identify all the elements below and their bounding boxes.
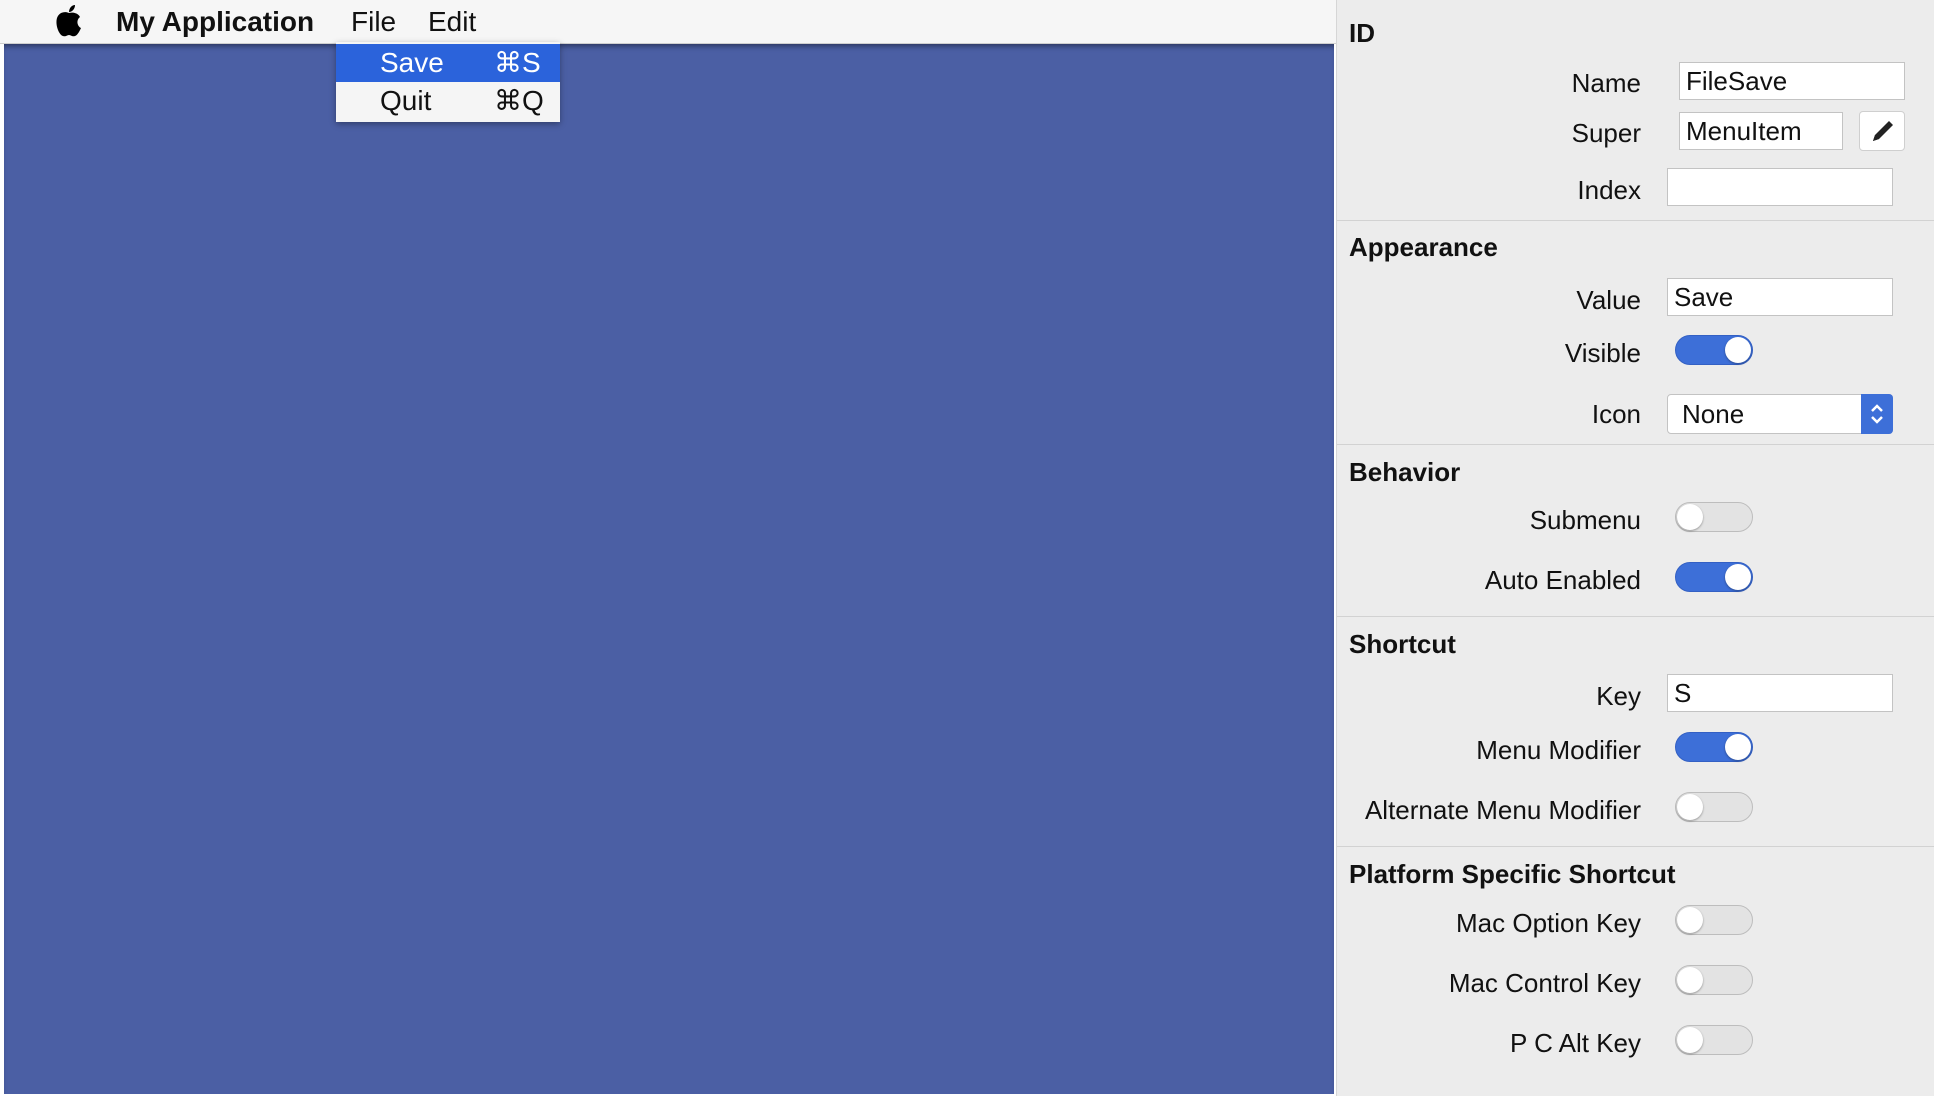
menu-modifier-label: Menu Modifier — [1476, 735, 1641, 765]
menu-item-label: Save — [380, 47, 444, 78]
value-label: Value — [1576, 285, 1641, 315]
divider — [1337, 616, 1934, 617]
mac-option-key-label: Mac Option Key — [1456, 908, 1641, 938]
menu-item-shortcut: ⌘S — [494, 47, 541, 78]
auto-enabled-label: Auto Enabled — [1484, 565, 1641, 595]
mac-option-key-toggle[interactable] — [1675, 905, 1753, 935]
toggle-knob — [1677, 794, 1703, 820]
submenu-label: Submenu — [1529, 505, 1641, 535]
super-label: Super — [1571, 118, 1641, 148]
index-field[interactable] — [1667, 168, 1893, 206]
visible-label: Visible — [1564, 338, 1641, 368]
pencil-icon — [1873, 121, 1893, 141]
super-field[interactable] — [1679, 112, 1843, 150]
pc-alt-key-toggle[interactable] — [1675, 1025, 1753, 1055]
menubar-edit-menu[interactable]: Edit — [428, 4, 476, 40]
edit-super-button[interactable] — [1859, 111, 1905, 151]
toggle-knob — [1677, 907, 1703, 933]
section-title-id: ID — [1349, 18, 1375, 48]
menu-item-shortcut: ⌘Q — [494, 85, 544, 116]
key-field[interactable] — [1667, 674, 1893, 712]
icon-label: Icon — [1591, 399, 1641, 429]
menu-item-quit[interactable]: Quit ⌘Q — [336, 82, 560, 120]
icon-select[interactable]: None — [1667, 394, 1893, 434]
visible-toggle[interactable] — [1675, 335, 1753, 365]
toggle-knob — [1677, 504, 1703, 530]
apple-icon[interactable] — [52, 3, 86, 39]
value-field[interactable] — [1667, 278, 1893, 316]
toggle-knob — [1677, 967, 1703, 993]
auto-enabled-toggle[interactable] — [1675, 562, 1753, 592]
menu-bar: My Application File Edit — [0, 0, 1336, 44]
submenu-toggle[interactable] — [1675, 502, 1753, 532]
menu-modifier-toggle[interactable] — [1675, 732, 1753, 762]
name-label: Name — [1571, 68, 1641, 98]
toggle-knob — [1677, 1027, 1703, 1053]
toggle-knob — [1725, 734, 1751, 760]
divider — [1337, 846, 1934, 847]
section-title-shortcut: Shortcut — [1349, 629, 1456, 659]
section-title-appearance: Appearance — [1349, 232, 1498, 262]
divider — [1337, 444, 1934, 445]
select-stepper-icon — [1861, 394, 1893, 434]
pc-alt-key-label: P C Alt Key — [1509, 1028, 1641, 1058]
icon-select-value: None — [1682, 399, 1745, 429]
mac-control-key-label: Mac Control Key — [1448, 968, 1641, 998]
divider — [1337, 220, 1934, 221]
menubar-file-menu[interactable]: File — [351, 4, 396, 40]
toggle-knob — [1725, 337, 1751, 363]
inspector-panel: ID Name Super Index Appearance Value Vis… — [1336, 0, 1934, 1096]
alternate-menu-modifier-label: Alternate Menu Modifier — [1364, 795, 1641, 825]
menu-item-save[interactable]: Save ⌘S — [336, 44, 560, 82]
menu-item-label: Quit — [380, 85, 432, 116]
toggle-knob — [1725, 564, 1751, 590]
mac-control-key-toggle[interactable] — [1675, 965, 1753, 995]
index-label: Index — [1577, 175, 1641, 205]
file-menu-dropdown: Save ⌘S Quit ⌘Q — [336, 42, 560, 122]
name-field[interactable] — [1679, 62, 1905, 100]
menubar-app-name[interactable]: My Application — [116, 4, 314, 40]
app-preview: My Application File Edit Save ⌘S Quit ⌘Q — [0, 0, 1336, 1096]
window-canvas — [4, 44, 1334, 1094]
alternate-menu-modifier-toggle[interactable] — [1675, 792, 1753, 822]
section-title-behavior: Behavior — [1349, 457, 1461, 487]
key-label: Key — [1596, 681, 1641, 711]
section-title-platform-shortcut: Platform Specific Shortcut — [1349, 859, 1676, 889]
